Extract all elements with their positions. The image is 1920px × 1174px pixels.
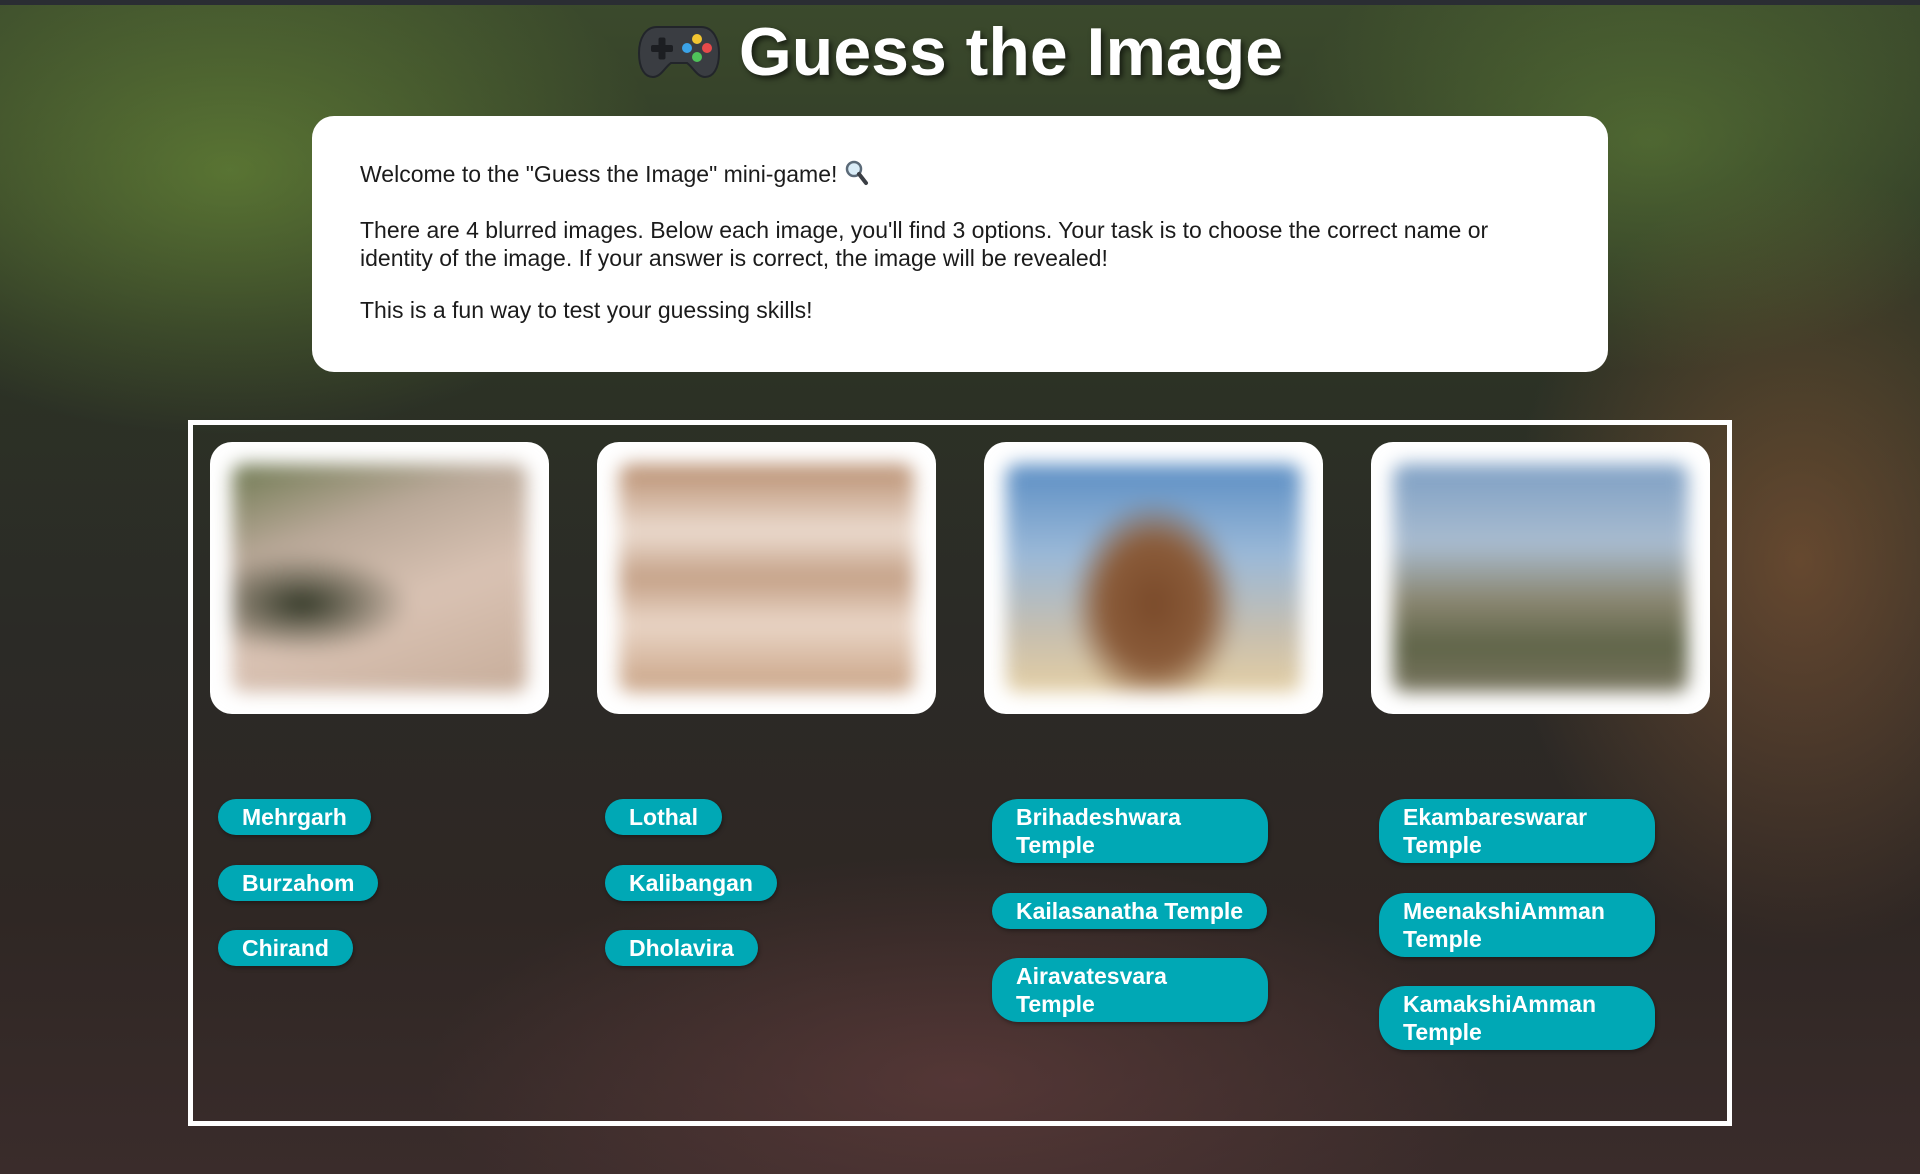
option-button[interactable]: Mehrgarh bbox=[218, 799, 371, 835]
option-button[interactable]: Burzahom bbox=[218, 865, 379, 901]
magnifying-glass-icon bbox=[845, 160, 869, 192]
image-card-4 bbox=[1371, 442, 1710, 714]
browser-top-border bbox=[0, 0, 1920, 5]
option-button[interactable]: KamakshiAmman Temple bbox=[1379, 986, 1655, 1050]
game-controller-icon bbox=[637, 17, 721, 98]
intro-panel: Welcome to the "Guess the Image" mini-ga… bbox=[312, 116, 1608, 372]
blurred-image-2 bbox=[619, 464, 914, 692]
image-card-2 bbox=[597, 442, 936, 714]
welcome-text: Welcome to the "Guess the Image" mini-ga… bbox=[360, 161, 838, 188]
option-button[interactable]: Ekambareswarar Temple bbox=[1379, 799, 1655, 863]
option-button[interactable]: MeenakshiAmman Temple bbox=[1379, 893, 1655, 957]
blurred-image-3 bbox=[1006, 464, 1301, 692]
image-card-3 bbox=[984, 442, 1323, 714]
option-button[interactable]: Dholavira bbox=[605, 930, 758, 966]
option-button[interactable]: Brihadeshwara Temple bbox=[992, 799, 1268, 863]
instructions-text: There are 4 blurred images. Below each i… bbox=[360, 217, 1489, 271]
option-button[interactable]: Kailasanatha Temple bbox=[992, 893, 1268, 929]
image-card-1 bbox=[210, 442, 549, 714]
page-title: Guess the Image bbox=[0, 12, 1920, 98]
option-button[interactable]: Kalibangan bbox=[605, 865, 777, 901]
option-button[interactable]: Chirand bbox=[218, 930, 353, 966]
option-button[interactable]: Airavatesvara Temple bbox=[992, 958, 1268, 1022]
blurred-image-1 bbox=[232, 464, 527, 692]
page-title-text: Guess the Image bbox=[738, 14, 1284, 90]
tagline-text: This is a fun way to test your guessing … bbox=[360, 297, 813, 323]
option-button[interactable]: Lothal bbox=[605, 799, 722, 835]
welcome-paragraph: Welcome to the "Guess the Image" mini-ga… bbox=[360, 160, 1560, 192]
blurred-image-4 bbox=[1393, 464, 1688, 692]
